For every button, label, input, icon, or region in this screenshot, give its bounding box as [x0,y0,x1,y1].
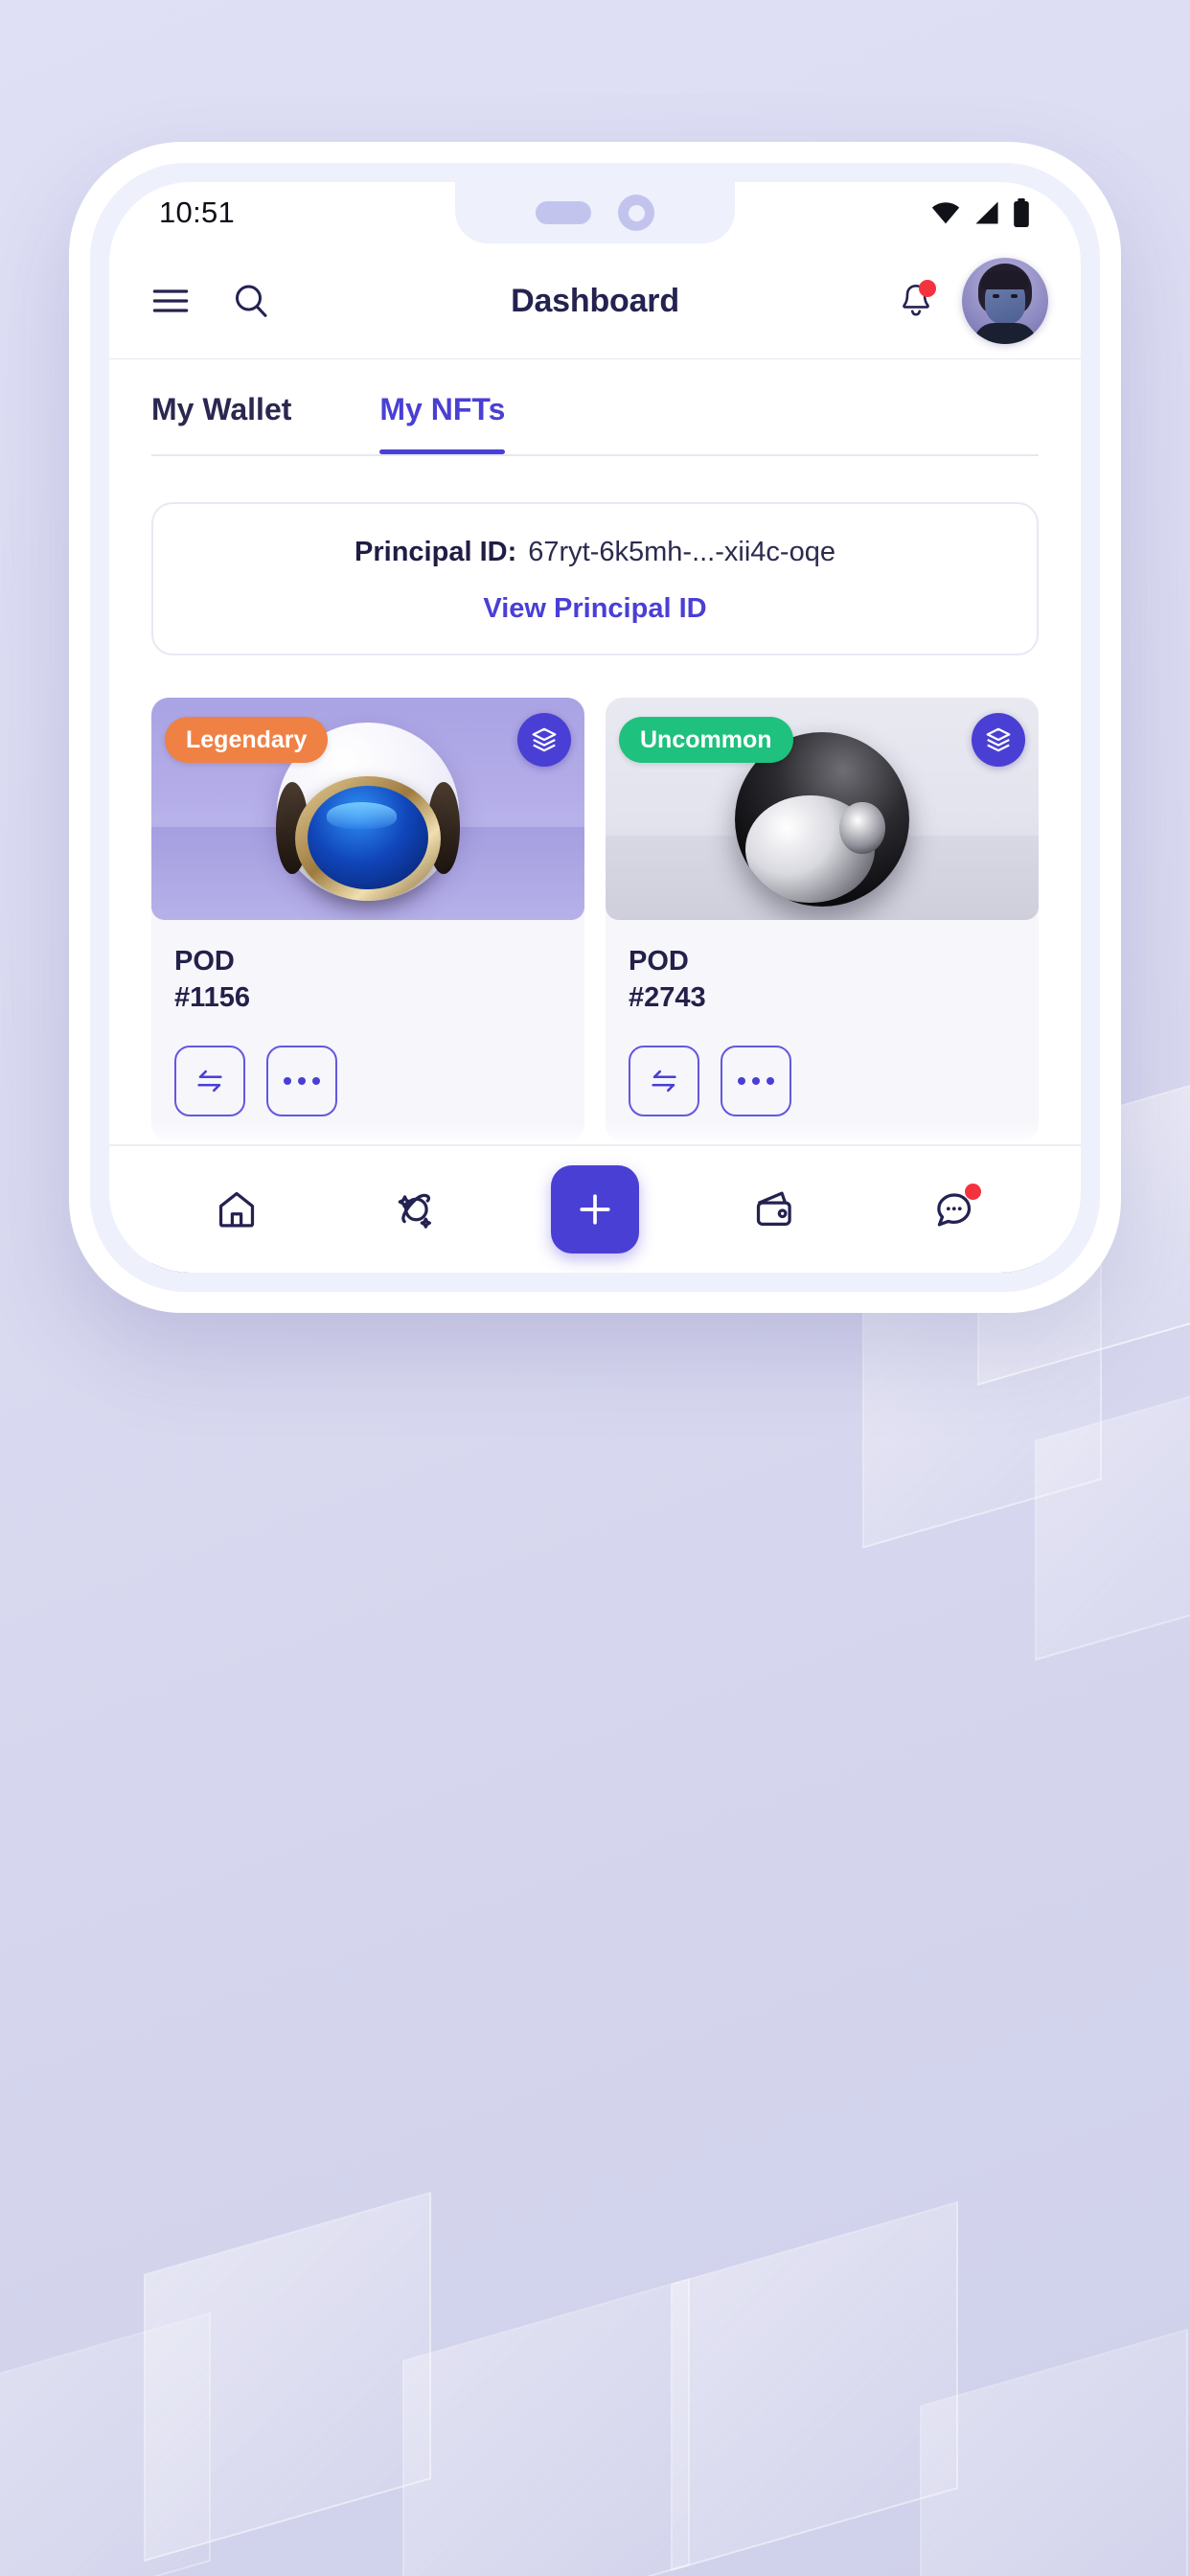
nft-name-line1: POD [629,946,689,977]
principal-id-card: Principal ID: 67ryt-6k5mh-...-xii4c-oqe … [151,502,1039,656]
notification-badge-dot [919,280,936,297]
nft-details: POD #2743 [606,920,1039,1141]
nft-name: POD #2743 [629,943,1016,1017]
nft-details: POD #1156 [151,920,584,1141]
view-principal-id-link[interactable]: View Principal ID [172,593,1018,625]
nft-thumbnail[interactable]: Legendary [151,698,584,920]
avatar-fringe [981,270,1029,289]
nft-card[interactable]: Legendary POD #1156 [151,698,584,1141]
page-title: Dashboard [511,282,679,319]
more-options-icon[interactable] [266,1045,337,1116]
home-icon[interactable] [194,1166,280,1253]
plus-icon[interactable] [550,1165,639,1254]
chat-badge-dot [964,1184,981,1200]
explore-planet-icon[interactable] [373,1166,459,1253]
tab-bar: My Wallet My NFTs [109,359,1081,454]
phone-notch [455,182,735,243]
status-time: 10:51 [159,196,236,229]
principal-id-label: Principal ID: [355,537,517,567]
phone-mockup: 10:51 Dashboard My Wallet My NFTs Princi… [69,142,1121,1313]
status-icons [929,198,1031,227]
principal-id-value: 67ryt-6k5mh-...-xii4c-oqe [528,537,835,567]
avatar-eye-left [993,294,999,298]
avatar[interactable] [962,258,1048,344]
wallet-icon[interactable] [731,1166,817,1253]
wifi-icon [931,202,960,224]
rarity-badge: Uncommon [619,717,793,763]
nft-name: POD #1156 [174,943,561,1017]
nft-name-line1: POD [174,946,235,977]
nft-name-line2: #2743 [629,982,706,1014]
chat-bubble-icon[interactable] [910,1166,996,1253]
phone-screen: 10:51 Dashboard My Wallet My NFTs Princi… [109,182,1081,1273]
layers-icon[interactable] [972,713,1025,767]
transfer-arrows-icon[interactable] [174,1045,245,1116]
front-camera [618,195,654,231]
search-icon[interactable] [232,282,270,320]
rarity-badge: Legendary [165,717,329,763]
layers-icon[interactable] [517,713,571,767]
nft-actions [174,1045,561,1116]
header-left-actions [151,282,270,320]
nft-name-line2: #1156 [174,982,251,1014]
nft-actions [629,1045,1016,1116]
nft-card[interactable]: Uncommon POD #2743 [606,698,1039,1141]
cellular-signal-icon [975,201,998,224]
avatar-shoulders [973,323,1037,344]
transfer-arrows-icon[interactable] [629,1045,699,1116]
nft-thumbnail[interactable]: Uncommon [606,698,1039,920]
avatar-eye-right [1011,294,1018,298]
hamburger-menu-icon[interactable] [151,287,190,315]
more-options-icon[interactable] [721,1045,791,1116]
tab-my-nfts[interactable]: My NFTs [379,392,505,454]
principal-id-row: Principal ID: 67ryt-6k5mh-...-xii4c-oqe [172,537,1018,568]
header-right-actions [899,258,1048,344]
bell-icon[interactable] [899,280,936,320]
tab-underline [151,454,1039,456]
tab-my-wallet[interactable]: My Wallet [151,392,291,454]
battery-icon [1014,198,1029,227]
app-header: Dashboard [109,243,1081,358]
earpiece-speaker [536,201,591,224]
bottom-navigation [109,1144,1081,1273]
